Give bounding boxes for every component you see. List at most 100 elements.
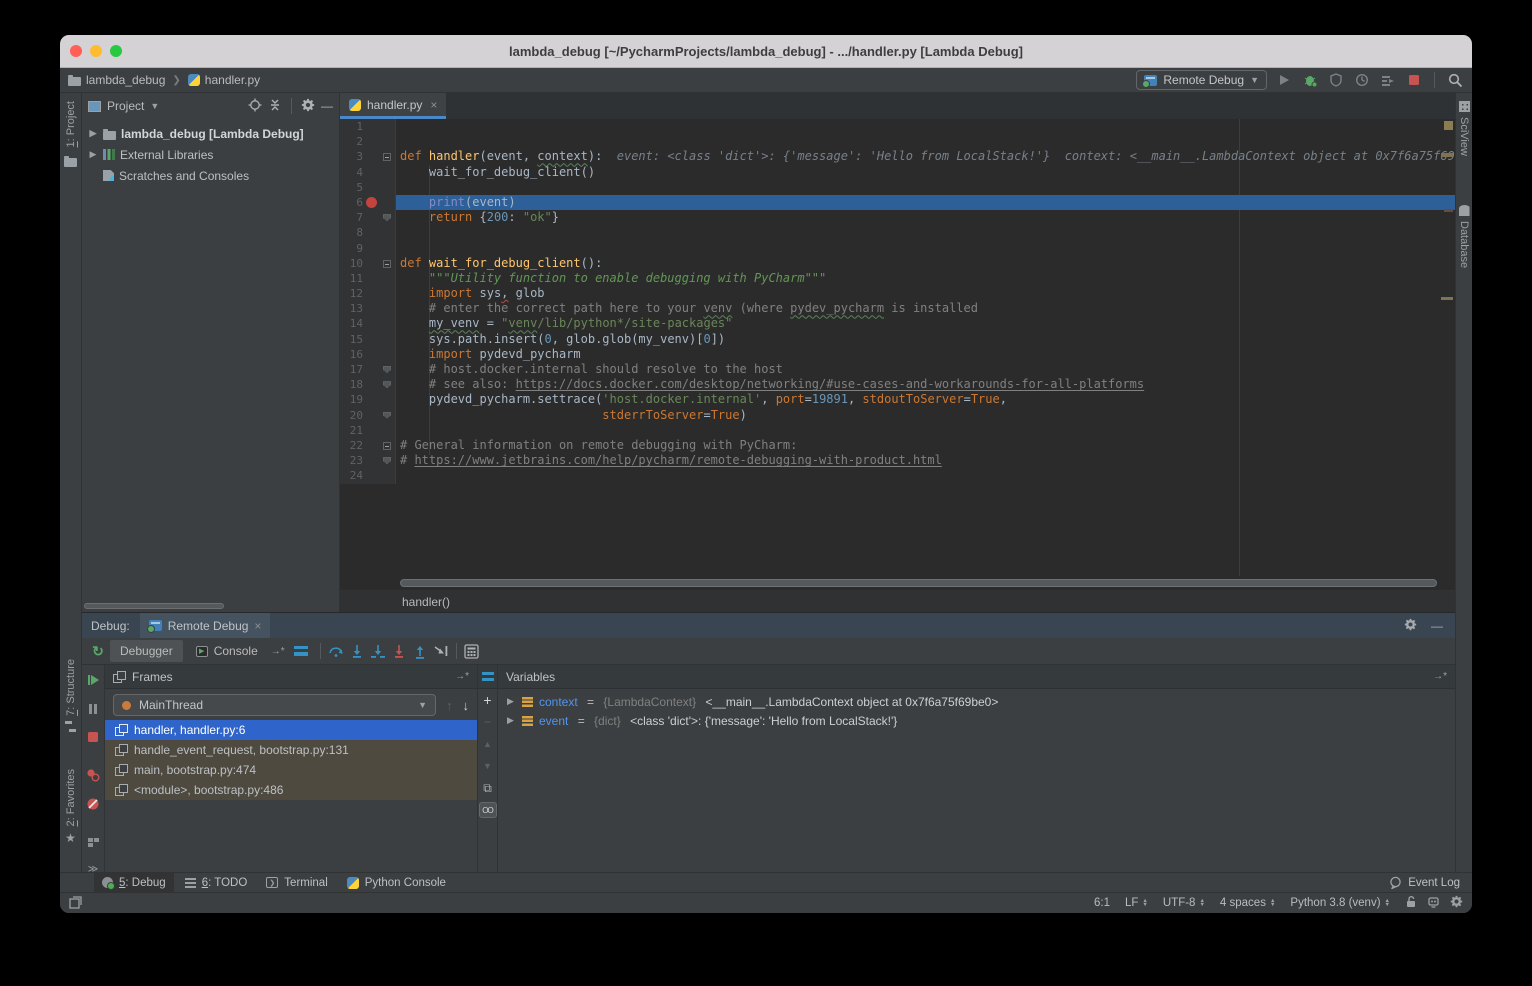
warning-stripe-mark[interactable] <box>1441 153 1453 157</box>
warning-stripe-mark[interactable] <box>1444 209 1453 212</box>
status-item[interactable]: Python 3.8 (venv)▲▼ <box>1290 897 1390 909</box>
fold-column[interactable] <box>380 225 394 240</box>
fold-column[interactable] <box>380 256 394 271</box>
debug-icon[interactable] <box>1301 71 1319 89</box>
fold-column[interactable] <box>380 286 394 301</box>
breakpoint-column[interactable] <box>363 423 380 438</box>
editor-line[interactable]: 17 # host.docker.internal should resolve… <box>340 362 1455 377</box>
breakpoint-column[interactable] <box>363 408 380 423</box>
fold-marker-icon[interactable] <box>383 260 391 268</box>
coverage-icon[interactable] <box>1327 71 1345 89</box>
fold-column[interactable] <box>380 468 394 483</box>
tab-debugger[interactable]: Debugger <box>110 640 183 662</box>
fold-column[interactable] <box>380 438 394 453</box>
close-icon[interactable]: × <box>254 619 261 633</box>
status-item[interactable]: LF▲▼ <box>1125 897 1148 909</box>
editor-line[interactable]: 9 <box>340 241 1455 256</box>
run-icon[interactable] <box>1275 71 1293 89</box>
warning-stripe-mark[interactable] <box>1441 297 1453 300</box>
fold-marker-icon[interactable] <box>383 214 391 221</box>
fold-column[interactable] <box>380 408 394 423</box>
expand-arrow-icon[interactable]: ▶ <box>88 128 98 139</box>
pin-icon[interactable]: →* <box>455 671 469 682</box>
run-to-cursor-icon[interactable] <box>432 642 450 660</box>
editor[interactable]: 123def handler(event, context): event: <… <box>340 119 1455 576</box>
tool-stripe-project[interactable]: 1: Project <box>60 101 81 167</box>
editor-line[interactable]: 11 """Utility function to enable debuggi… <box>340 271 1455 286</box>
breakpoint-column[interactable] <box>363 225 380 240</box>
unlock-icon[interactable] <box>1405 895 1417 911</box>
fold-marker-icon[interactable] <box>383 153 391 161</box>
editor-line[interactable]: 14 my_venv = "venv/lib/python*/site-pack… <box>340 316 1455 331</box>
fold-column[interactable] <box>380 332 394 347</box>
move-up-icon[interactable]: ▲ <box>483 733 492 755</box>
editor-line[interactable]: 2 <box>340 134 1455 149</box>
breakpoint-column[interactable] <box>363 347 380 362</box>
profiler-icon[interactable] <box>1353 71 1371 89</box>
duplicate-watch-icon[interactable]: ⧉ <box>483 777 492 799</box>
tool-stripe-structure[interactable]: 7: Structure <box>60 659 81 732</box>
add-watch-icon[interactable]: + <box>483 689 491 711</box>
mute-breakpoints-icon[interactable] <box>86 797 100 816</box>
fold-column[interactable] <box>380 271 394 286</box>
fold-column[interactable] <box>380 149 394 164</box>
gear-icon[interactable] <box>1404 618 1417 634</box>
editor-line[interactable]: 8 <box>340 225 1455 240</box>
tree-item[interactable]: Scratches and Consoles <box>82 165 339 186</box>
rerun-icon[interactable]: ↻ <box>89 642 107 660</box>
breakpoint-column[interactable] <box>363 286 380 301</box>
editor-line[interactable]: 6 print(event) <box>340 195 1455 210</box>
close-icon[interactable]: × <box>430 98 437 112</box>
previous-frame-icon[interactable]: ↑ <box>446 698 453 713</box>
frame-row[interactable]: handler, handler.py:6 <box>105 720 477 740</box>
pin-icon[interactable]: →* <box>1433 671 1447 682</box>
show-watches-icon[interactable]: OO <box>479 799 497 821</box>
pause-icon[interactable] <box>87 702 99 720</box>
editor-line[interactable]: 4 wait_for_debug_client() <box>340 165 1455 180</box>
stop-icon[interactable] <box>87 730 99 748</box>
status-item[interactable]: 4 spaces▲▼ <box>1220 897 1275 909</box>
locate-icon[interactable] <box>248 98 262 115</box>
breakpoint-column[interactable] <box>363 195 380 210</box>
editor-line[interactable]: 12 import sys, glob <box>340 286 1455 301</box>
editor-line[interactable]: 20 stderrToServer=True) <box>340 408 1455 423</box>
breakpoint-column[interactable] <box>363 256 380 271</box>
chevron-down-icon[interactable]: ▼ <box>150 101 159 111</box>
debug-session-tab[interactable]: Remote Debug × <box>140 613 271 638</box>
breakpoint-column[interactable] <box>363 377 380 392</box>
next-frame-icon[interactable]: ↓ <box>463 698 470 713</box>
hide-icon[interactable]: — <box>321 99 333 113</box>
breakpoint-dot[interactable] <box>366 197 377 208</box>
tool-stripe-favorites[interactable]: 2: Favorites ★ <box>60 769 81 845</box>
breakpoint-column[interactable] <box>363 180 380 195</box>
step-out-icon[interactable] <box>411 642 429 660</box>
menu-icon[interactable] <box>482 672 494 681</box>
editor-line[interactable]: 18 # see also: https://docs.docker.com/d… <box>340 377 1455 392</box>
toolwindow-toggle-icon[interactable] <box>69 895 83 912</box>
breadcrumb-project[interactable]: lambda_debug <box>68 73 165 87</box>
editor-line[interactable]: 15 sys.path.insert(0, glob.glob(my_venv)… <box>340 332 1455 347</box>
breakpoint-column[interactable] <box>363 271 380 286</box>
pin-tab-icon[interactable]: →* <box>271 646 285 657</box>
tool-stripe-database[interactable]: Database <box>1456 205 1472 268</box>
thread-select[interactable]: MainThread ▼ <box>113 694 436 716</box>
editor-line[interactable]: 1 <box>340 119 1455 134</box>
fold-marker-icon[interactable] <box>383 381 391 388</box>
hscroll-thumb[interactable] <box>400 579 1437 587</box>
force-step-into-icon[interactable] <box>390 642 408 660</box>
restore-layout-icon[interactable] <box>87 836 100 854</box>
fold-column[interactable] <box>380 316 394 331</box>
run-configuration-select[interactable]: Remote Debug ▼ <box>1136 70 1267 90</box>
fold-column[interactable] <box>380 423 394 438</box>
fold-column[interactable] <box>380 301 394 316</box>
breadcrumb-file[interactable]: handler.py <box>188 73 260 87</box>
editor-line[interactable]: 10def wait_for_debug_client(): <box>340 256 1455 271</box>
status-item[interactable]: UTF-8▲▼ <box>1163 897 1205 909</box>
fold-column[interactable] <box>380 362 394 377</box>
fold-column[interactable] <box>380 392 394 407</box>
editor-hscrollbar[interactable] <box>340 576 1455 590</box>
variable-row[interactable]: ▶event = {dict} <class 'dict'>: {'messag… <box>498 711 1455 730</box>
hide-icon[interactable]: — <box>1431 619 1443 633</box>
fold-column[interactable] <box>380 119 394 134</box>
breakpoint-column[interactable] <box>363 119 380 134</box>
